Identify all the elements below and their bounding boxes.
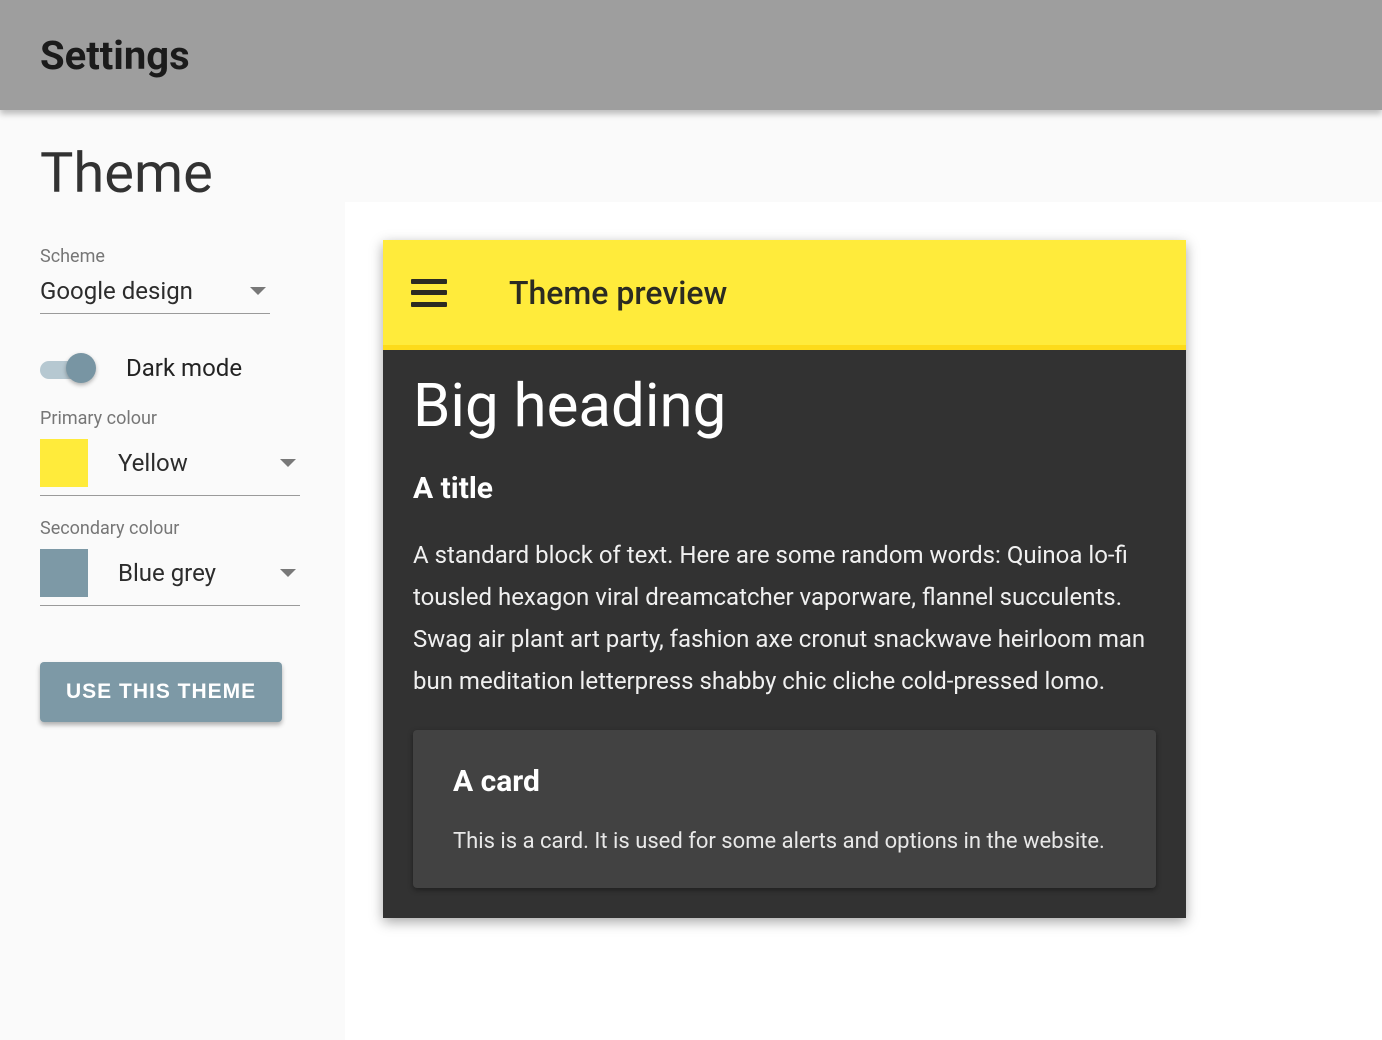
- hamburger-menu-icon[interactable]: [411, 279, 447, 307]
- preview-card-text: This is a card. It is used for some aler…: [453, 823, 1116, 860]
- preview-title-heading: A title: [413, 471, 1156, 506]
- primary-colour-value: Yellow: [118, 449, 280, 477]
- chevron-down-icon: [280, 459, 296, 467]
- scheme-label: Scheme: [40, 246, 305, 267]
- preview-card: A card This is a card. It is used for so…: [413, 730, 1156, 888]
- preview-toolbar: Theme preview: [383, 240, 1186, 350]
- scheme-field: Scheme Google design: [40, 246, 305, 314]
- preview-body: Big heading A title A standard block of …: [383, 350, 1186, 918]
- switch-thumb: [66, 353, 96, 383]
- chevron-down-icon: [280, 569, 296, 577]
- dark-mode-row: Dark mode: [40, 354, 305, 382]
- preview-toolbar-title: Theme preview: [509, 274, 727, 312]
- primary-colour-field: Primary colour Yellow: [40, 408, 305, 496]
- primary-colour-select[interactable]: Yellow: [40, 435, 300, 496]
- chevron-down-icon: [250, 287, 266, 295]
- secondary-colour-field: Secondary colour Blue grey: [40, 518, 305, 606]
- dark-mode-label: Dark mode: [126, 354, 242, 382]
- preview-paragraph: A standard block of text. Here are some …: [413, 534, 1156, 702]
- primary-colour-label: Primary colour: [40, 408, 305, 429]
- dark-mode-toggle[interactable]: [40, 357, 98, 379]
- preview-area: Theme preview Big heading A title A stan…: [345, 202, 1382, 1040]
- preview-card-title: A card: [453, 764, 1116, 799]
- use-this-theme-button[interactable]: USE THIS THEME: [40, 662, 282, 722]
- preview-big-heading: Big heading: [413, 370, 1156, 441]
- secondary-colour-select[interactable]: Blue grey: [40, 545, 300, 606]
- scheme-select[interactable]: Google design: [40, 273, 270, 314]
- settings-panel: Theme Scheme Google design Dark mode Pri…: [0, 110, 345, 1040]
- secondary-colour-swatch: [40, 549, 88, 597]
- secondary-colour-value: Blue grey: [118, 559, 280, 587]
- page-title: Theme: [40, 140, 305, 206]
- secondary-colour-label: Secondary colour: [40, 518, 305, 539]
- theme-preview: Theme preview Big heading A title A stan…: [383, 240, 1186, 918]
- appbar-title: Settings: [40, 32, 190, 79]
- scheme-value: Google design: [40, 277, 193, 305]
- appbar: Settings: [0, 0, 1382, 110]
- primary-colour-swatch: [40, 439, 88, 487]
- main-layout: Theme Scheme Google design Dark mode Pri…: [0, 110, 1382, 1040]
